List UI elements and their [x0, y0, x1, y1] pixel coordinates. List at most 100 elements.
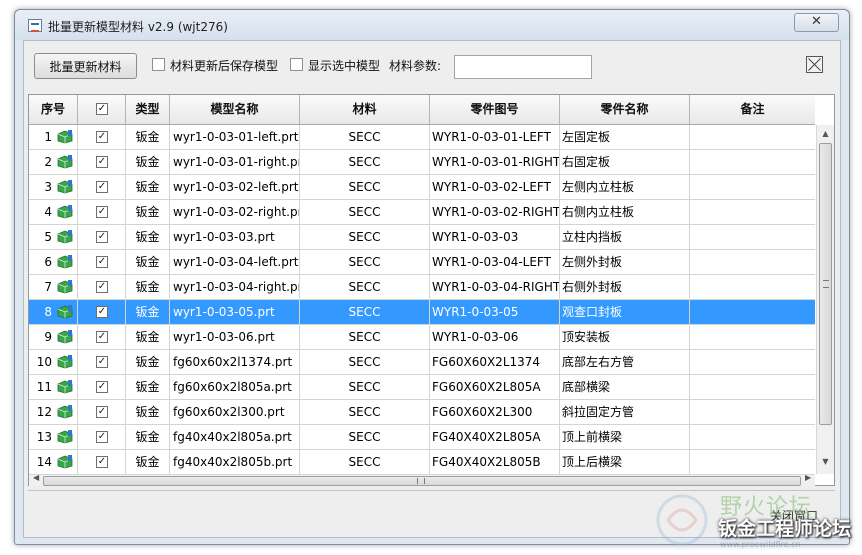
row-material[interactable]: SECC	[300, 275, 430, 300]
row-material[interactable]: SECC	[300, 175, 430, 200]
row-select-cell[interactable]: ✓	[78, 350, 126, 375]
row-part-number[interactable]: WYR1-0-03-03	[430, 225, 560, 250]
row-select-cell[interactable]: ✓	[78, 375, 126, 400]
row-select-cell[interactable]: ✓	[78, 125, 126, 150]
row-select-cell[interactable]: ✓	[78, 250, 126, 275]
row-material[interactable]: SECC	[300, 200, 430, 225]
row-select-cell[interactable]: ✓	[78, 425, 126, 450]
row-material[interactable]: SECC	[300, 450, 430, 474]
header-material[interactable]: 材料	[300, 95, 430, 125]
table-row[interactable]: 12 ✓ 钣金 fg60x60x2l300.prt SECC FG60X60X2L300 斜…	[29, 400, 815, 425]
row-select-cell[interactable]: ✓	[78, 325, 126, 350]
row-part-name[interactable]: 右固定板	[560, 150, 690, 175]
table-row[interactable]: 13 ✓ 钣金 fg40x40x2l805a.prt SECC FG40X40X2L805…	[29, 425, 815, 450]
row-note[interactable]	[690, 300, 815, 325]
row-checkbox[interactable]: ✓	[96, 356, 108, 368]
table-row[interactable]: 10 ✓ 钣金 fg60x60x2l1374.prt SECC FG60X60X2L137…	[29, 350, 815, 375]
row-note[interactable]	[690, 400, 815, 425]
row-part-number[interactable]: FG60X60X2L1374	[430, 350, 560, 375]
table-row[interactable]: 9 ✓ 钣金 wyr1-0-03-06.prt SECC WYR1-0-03-06 顶安装板	[29, 325, 815, 350]
material-param-input[interactable]	[454, 55, 592, 79]
table-row[interactable]: 4 ✓ 钣金 wyr1-0-03-02-right.prt SECC WYR1-0-03-…	[29, 200, 815, 225]
row-note[interactable]	[690, 350, 815, 375]
table-row[interactable]: 3 ✓ 钣金 wyr1-0-03-02-left.prt SECC WYR1-0-03-0…	[29, 175, 815, 200]
header-model-name[interactable]: 模型名称	[170, 95, 300, 125]
header-note[interactable]: 备注	[690, 95, 815, 125]
row-select-cell[interactable]: ✓	[78, 400, 126, 425]
row-checkbox[interactable]: ✓	[96, 181, 108, 193]
row-checkbox[interactable]: ✓	[96, 456, 108, 468]
row-part-number[interactable]: FG40X40X2L805A	[430, 425, 560, 450]
row-select-cell[interactable]: ✓	[78, 275, 126, 300]
table-row[interactable]: 2 ✓ 钣金 wyr1-0-03-01-right.prt SECC WYR1-0-03-…	[29, 150, 815, 175]
row-part-name[interactable]: 立柱内挡板	[560, 225, 690, 250]
row-material[interactable]: SECC	[300, 125, 430, 150]
row-part-name[interactable]: 观查口封板	[560, 300, 690, 325]
vertical-scrollbar[interactable]: ▲ ▼	[816, 125, 834, 474]
row-part-name[interactable]: 顶上后横梁	[560, 450, 690, 474]
row-checkbox[interactable]: ✓	[96, 331, 108, 343]
row-note[interactable]	[690, 200, 815, 225]
row-select-cell[interactable]: ✓	[78, 150, 126, 175]
row-note[interactable]	[690, 125, 815, 150]
row-part-name[interactable]: 斜拉固定方管	[560, 400, 690, 425]
row-part-number[interactable]: WYR1-0-03-02-RIGHT	[430, 200, 560, 225]
row-select-cell[interactable]: ✓	[78, 200, 126, 225]
row-part-name[interactable]: 顶上前横梁	[560, 425, 690, 450]
row-part-number[interactable]: WYR1-0-03-02-LEFT	[430, 175, 560, 200]
row-material[interactable]: SECC	[300, 375, 430, 400]
row-material[interactable]: SECC	[300, 250, 430, 275]
table-row[interactable]: 6 ✓ 钣金 wyr1-0-03-04-left.prt SECC WYR1-0-03-0…	[29, 250, 815, 275]
row-part-name[interactable]: 右侧内立柱板	[560, 200, 690, 225]
save-after-update-checkbox[interactable]	[152, 58, 165, 71]
header-part-name[interactable]: 零件名称	[560, 95, 690, 125]
row-part-number[interactable]: WYR1-0-03-06	[430, 325, 560, 350]
row-material[interactable]: SECC	[300, 325, 430, 350]
update-materials-button[interactable]: 批量更新材料	[34, 53, 137, 79]
scroll-up-icon[interactable]: ▲	[817, 125, 834, 142]
row-checkbox[interactable]: ✓	[96, 281, 108, 293]
table-row[interactable]: 7 ✓ 钣金 wyr1-0-03-04-right.prt SECC WYR1-0-03-…	[29, 275, 815, 300]
row-checkbox[interactable]: ✓	[96, 406, 108, 418]
show-selected-checkbox[interactable]	[290, 58, 303, 71]
row-material[interactable]: SECC	[300, 225, 430, 250]
row-note[interactable]	[690, 450, 815, 474]
row-part-name[interactable]: 左固定板	[560, 125, 690, 150]
header-select-all[interactable]: ✓	[78, 95, 126, 125]
table-row[interactable]: 8 ✓ 钣金 wyr1-0-03-05.prt SECC WYR1-0-03-05 观查口封…	[29, 300, 815, 325]
row-material[interactable]: SECC	[300, 300, 430, 325]
row-material[interactable]: SECC	[300, 150, 430, 175]
clear-icon[interactable]	[806, 56, 823, 73]
row-checkbox[interactable]: ✓	[96, 156, 108, 168]
scroll-left-icon[interactable]: ◀	[33, 473, 39, 482]
row-note[interactable]	[690, 425, 815, 450]
row-checkbox[interactable]: ✓	[96, 381, 108, 393]
row-checkbox[interactable]: ✓	[96, 206, 108, 218]
table-row[interactable]: 11 ✓ 钣金 fg60x60x2l805a.prt SECC FG60X60X2L805…	[29, 375, 815, 400]
row-part-number[interactable]: WYR1-0-03-01-LEFT	[430, 125, 560, 150]
row-part-name[interactable]: 右侧外封板	[560, 275, 690, 300]
header-index[interactable]: 序号	[29, 95, 78, 125]
row-part-number[interactable]: WYR1-0-03-01-RIGHT	[430, 150, 560, 175]
row-checkbox[interactable]: ✓	[96, 256, 108, 268]
row-select-cell[interactable]: ✓	[78, 450, 126, 474]
row-note[interactable]	[690, 175, 815, 200]
horizontal-scrollbar[interactable]: ◀ ▶	[29, 473, 815, 486]
vertical-scroll-thumb[interactable]	[819, 143, 832, 425]
row-part-name[interactable]: 底部横梁	[560, 375, 690, 400]
row-part-number[interactable]: WYR1-0-03-04-RIGHT	[430, 275, 560, 300]
row-part-number[interactable]: FG40X40X2L805B	[430, 450, 560, 474]
row-part-name[interactable]: 左侧外封板	[560, 250, 690, 275]
row-material[interactable]: SECC	[300, 400, 430, 425]
row-checkbox[interactable]: ✓	[96, 306, 108, 318]
select-all-checkbox[interactable]: ✓	[96, 103, 108, 115]
row-select-cell[interactable]: ✓	[78, 175, 126, 200]
close-window-button[interactable]: 关闭窗口	[764, 504, 824, 526]
row-material[interactable]: SECC	[300, 350, 430, 375]
row-part-name[interactable]: 底部左右方管	[560, 350, 690, 375]
row-part-number[interactable]: FG60X60X2L300	[430, 400, 560, 425]
row-select-cell[interactable]: ✓	[78, 225, 126, 250]
scroll-right-icon[interactable]: ▶	[805, 473, 811, 482]
row-checkbox[interactable]: ✓	[96, 131, 108, 143]
table-row[interactable]: 1 ✓ 钣金 wyr1-0-03-01-left.prt SECC WYR1-0-03-0…	[29, 125, 815, 150]
